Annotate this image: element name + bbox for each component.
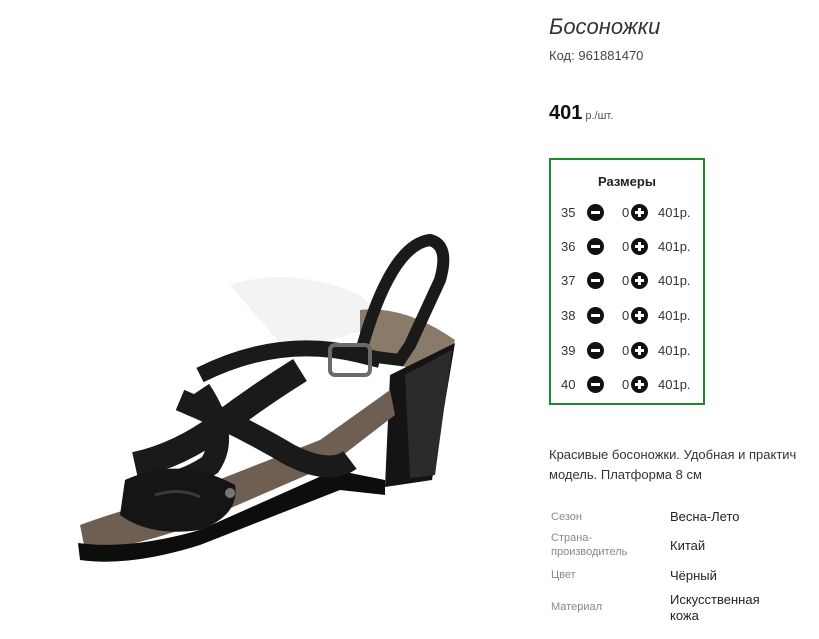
product-title: Босоножки: [549, 14, 661, 39]
minus-circle-icon[interactable]: [587, 204, 604, 221]
product-code-value: 961881470: [578, 48, 644, 63]
spec-value: Чёрный: [670, 568, 717, 583]
sizes-panel: Размеры 35 0 401р. 36 0 401р. 37 0 401р.…: [549, 158, 705, 405]
spec-label-line2: производитель: [551, 546, 628, 558]
spec-label: Цвет: [551, 569, 576, 581]
minus-circle-icon[interactable]: [587, 307, 604, 324]
plus-circle-icon[interactable]: [631, 376, 648, 393]
size-price: 401р.: [658, 205, 691, 220]
spec-label: Сезон: [551, 511, 582, 523]
minus-circle-icon[interactable]: [587, 272, 604, 289]
description-line: Красивые босоножки. Удобная и практич: [549, 447, 797, 462]
minus-circle-icon[interactable]: [587, 342, 604, 359]
price-unit: р./шт.: [585, 110, 614, 122]
plus-circle-icon[interactable]: [631, 204, 648, 221]
plus-circle-icon[interactable]: [631, 238, 648, 255]
size-number: 39: [561, 343, 576, 358]
spec-label: Материал: [551, 601, 602, 613]
spec-value-line2: кожа: [670, 608, 699, 623]
size-number: 38: [561, 308, 576, 323]
minus-circle-icon[interactable]: [587, 238, 604, 255]
size-number: 36: [561, 239, 576, 254]
size-price: 401р.: [658, 273, 691, 288]
size-number: 37: [561, 273, 576, 288]
product-price: 401 р./шт.: [549, 102, 613, 125]
sizes-title: Размеры: [598, 174, 656, 189]
size-price: 401р.: [658, 343, 691, 358]
size-row: 37 0 401р.: [561, 270, 701, 292]
plus-circle-icon[interactable]: [631, 272, 648, 289]
minus-circle-icon[interactable]: [587, 376, 604, 393]
quantity-value[interactable]: 0: [622, 308, 629, 323]
size-number: 40: [561, 377, 576, 392]
description-line: модель. Платформа 8 см: [549, 467, 702, 482]
size-price: 401р.: [658, 377, 691, 392]
quantity-value[interactable]: 0: [622, 205, 629, 220]
size-price: 401р.: [658, 308, 691, 323]
quantity-value[interactable]: 0: [622, 239, 629, 254]
spec-label: Страна-: [551, 532, 593, 544]
product-code: Код: 961881470: [549, 48, 643, 63]
product-image[interactable]: [60, 225, 480, 575]
quantity-value[interactable]: 0: [622, 343, 629, 358]
spec-value: Искусственная: [670, 592, 760, 607]
size-row: 35 0 401р.: [561, 202, 701, 224]
size-row: 40 0 401р.: [561, 374, 701, 396]
spec-value: Китай: [670, 538, 706, 553]
size-row: 39 0 401р.: [561, 340, 701, 362]
plus-circle-icon[interactable]: [631, 342, 648, 359]
product-code-label: Код:: [549, 48, 575, 63]
quantity-value[interactable]: 0: [622, 273, 629, 288]
quantity-value[interactable]: 0: [622, 377, 629, 392]
size-row: 36 0 401р.: [561, 236, 701, 258]
plus-circle-icon[interactable]: [631, 307, 648, 324]
product-description: Красивые босоножки. Удобная и практич мо…: [549, 445, 819, 485]
size-number: 35: [561, 205, 576, 220]
price-value: 401: [549, 102, 583, 124]
size-price: 401р.: [658, 239, 691, 254]
spec-value: Весна-Лето: [670, 509, 740, 524]
size-row: 38 0 401р.: [561, 305, 701, 327]
